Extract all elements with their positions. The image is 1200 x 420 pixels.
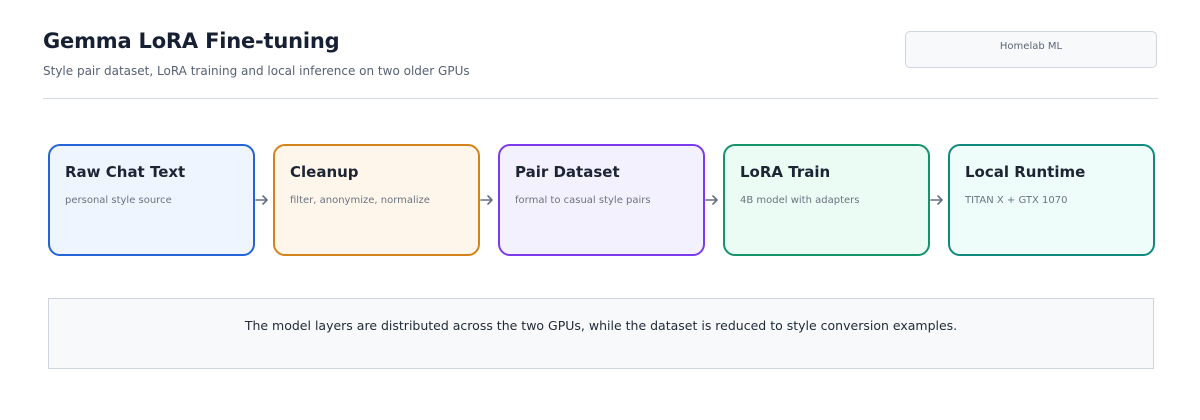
node-title: Raw Chat Text [65,163,186,181]
node-subtitle: 4B model with adapters [740,195,860,206]
note-text: The model layers are distributed across … [244,318,958,333]
header-divider [43,98,1158,99]
arrow-right-icon [255,195,268,205]
node-title: Cleanup [290,163,359,181]
page-subtitle: Style pair dataset, LoRA training and lo… [43,64,470,78]
node-title: Local Runtime [965,163,1086,181]
pipeline-node-raw-chat-text: Raw Chat Text personal style source [48,144,255,256]
project-badge: Homelab ML [905,31,1157,68]
node-subtitle: formal to casual style pairs [515,195,651,206]
info-note: The model layers are distributed across … [48,298,1154,369]
arrow-right-icon [930,195,943,205]
pipeline-node-lora-train: LoRA Train 4B model with adapters [723,144,930,256]
pipeline-node-local-runtime: Local Runtime TITAN X + GTX 1070 [948,144,1155,256]
page-title: Gemma LoRA Fine-tuning [43,29,340,53]
node-subtitle: TITAN X + GTX 1070 [965,195,1068,206]
arrow-right-icon [705,195,718,205]
pipeline-node-pair-dataset: Pair Dataset formal to casual style pair… [498,144,705,256]
node-title: LoRA Train [740,163,831,181]
arrow-right-icon [480,195,493,205]
node-subtitle: personal style source [65,195,172,206]
pipeline-node-cleanup: Cleanup filter, anonymize, normalize [273,144,480,256]
node-subtitle: filter, anonymize, normalize [290,195,430,206]
node-title: Pair Dataset [515,163,620,181]
